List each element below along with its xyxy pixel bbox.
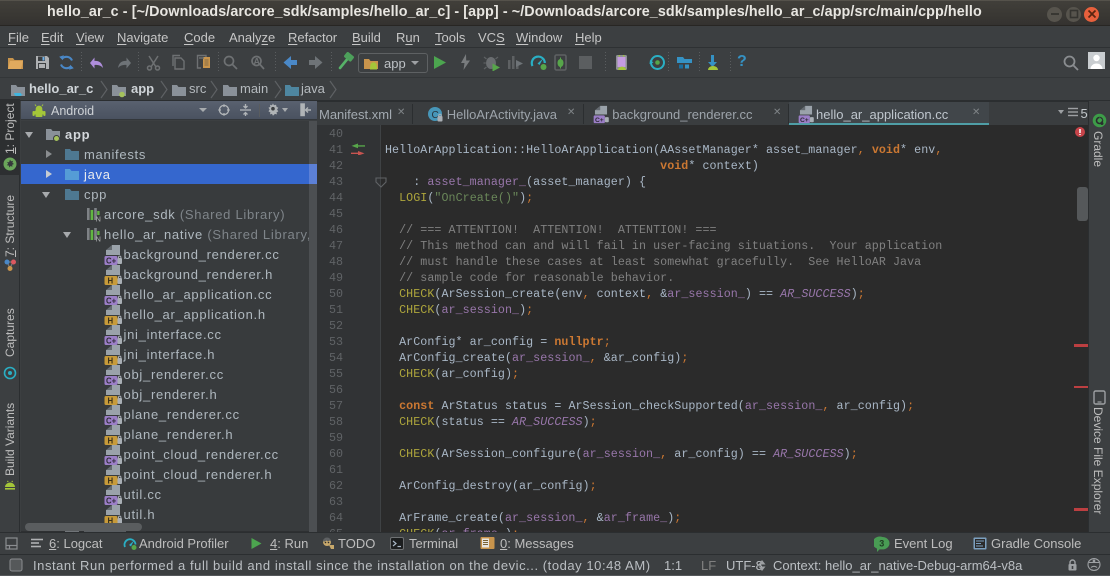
svg-text:3: 3 xyxy=(879,539,884,549)
